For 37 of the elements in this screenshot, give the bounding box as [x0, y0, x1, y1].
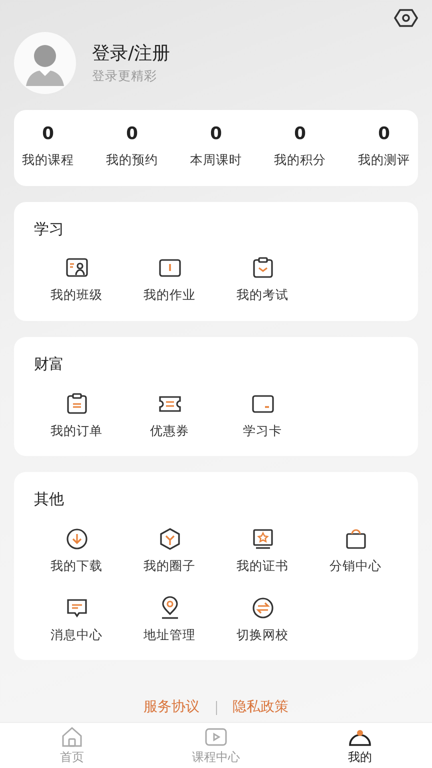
menu-item[interactable]: 我的订单	[30, 392, 123, 440]
settings-icon[interactable]	[394, 8, 418, 28]
menu-item[interactable]: 地址管理	[123, 596, 216, 644]
stat-label[interactable]: 我的预约	[106, 151, 158, 170]
menu-item[interactable]: 我的证书	[216, 526, 309, 576]
menu-item[interactable]: 消息中心	[30, 596, 123, 644]
menu-item[interactable]: 学习卡	[216, 392, 309, 440]
certificate-icon	[250, 526, 274, 551]
login-register-link[interactable]: 登录/注册	[92, 40, 170, 68]
stat-label[interactable]: 我的课程	[22, 151, 74, 170]
menu-item[interactable]: 分销中心	[309, 526, 402, 576]
shopping-bag-icon	[344, 526, 368, 551]
stat-value: 0	[42, 126, 54, 143]
menu-item[interactable]: 我的圈子	[123, 526, 216, 576]
stat-value: 0	[378, 126, 390, 143]
tab[interactable]: 我的	[288, 723, 432, 768]
menu-item[interactable]: 我的下载	[30, 526, 123, 576]
stat-value: 0	[294, 126, 306, 143]
download-icon	[64, 526, 88, 551]
section-title: 财富	[34, 354, 65, 375]
stat-value: 0	[126, 126, 138, 143]
stat-label[interactable]: 我的积分	[274, 151, 326, 170]
menu-item[interactable]: 优惠券	[123, 392, 216, 440]
stat-value: 0	[210, 126, 222, 143]
menu-item[interactable]: 切换网校	[216, 596, 309, 644]
section-title: 学习	[34, 218, 65, 240]
menu-item[interactable]: 我的班级	[30, 256, 123, 305]
login-subtitle: 登录更精彩	[92, 67, 158, 86]
menu-item[interactable]: 我的考试	[216, 256, 309, 305]
clipboard-list-icon	[64, 392, 88, 416]
menu-item[interactable]: 我的作业	[123, 256, 216, 305]
switch-icon	[250, 596, 274, 620]
hexagon-icon	[158, 526, 182, 551]
stat-label[interactable]: 本周课时	[190, 151, 242, 170]
clipboard-check-icon	[250, 256, 274, 280]
stat-label[interactable]: 我的测评	[358, 151, 410, 170]
section-title: 其他	[34, 489, 65, 510]
